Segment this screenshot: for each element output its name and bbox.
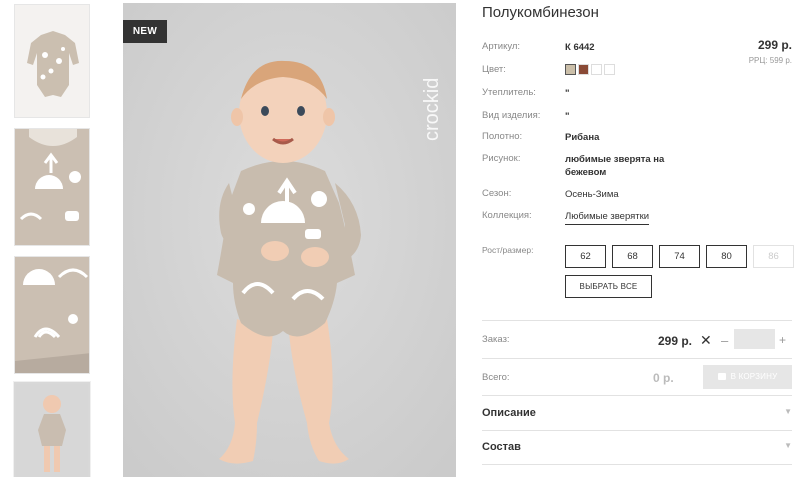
- product-rrp: РРЦ: 599 р.: [748, 56, 792, 65]
- attribute-value: ": [565, 88, 570, 99]
- chevron-down-icon: ▼: [784, 441, 792, 450]
- remove-icon[interactable]: ✕: [700, 332, 712, 349]
- total-value: 0 р.: [653, 371, 674, 385]
- brand-logo-watermark: crockid: [421, 78, 443, 141]
- increase-quantity-button[interactable]: +: [779, 333, 786, 347]
- attribute-label: Вид изделия:: [482, 110, 541, 121]
- color-swatch-brown[interactable]: [578, 64, 589, 75]
- main-product-photo: NEW crockid: [123, 3, 456, 477]
- attribute-value: ": [565, 111, 570, 122]
- size-option-62[interactable]: 62: [565, 245, 606, 268]
- thumbnail-pattern-bottom[interactable]: [14, 256, 90, 374]
- attribute-value: Осень-Зима: [565, 189, 619, 200]
- add-to-cart-label: В КОРЗИНУ: [730, 372, 778, 381]
- brand-text: crockid: [421, 78, 443, 141]
- color-swatch-beige[interactable]: [565, 64, 576, 75]
- color-swatches: [565, 64, 615, 75]
- attribute-label: Рисунок:: [482, 153, 521, 164]
- attribute-label: Коллекция:: [482, 210, 532, 221]
- size-option-80[interactable]: 80: [706, 245, 747, 268]
- divider: [482, 320, 792, 321]
- collection-link[interactable]: Любимые зверятки: [565, 210, 650, 225]
- thumbnail-pattern-top[interactable]: [14, 128, 90, 246]
- product-title: Полукомбинезон: [482, 4, 599, 21]
- size-label: Рост/размер:: [482, 245, 534, 255]
- total-label: Всего:: [482, 372, 510, 383]
- order-label: Заказ:: [482, 334, 510, 345]
- divider: [482, 430, 792, 431]
- thumbnail-child-active[interactable]: [13, 381, 91, 477]
- divider: [482, 464, 792, 465]
- divider: [482, 358, 792, 359]
- select-all-sizes-button[interactable]: ВЫБРАТЬ ВСЕ: [565, 275, 652, 298]
- thumbnail-front[interactable]: [14, 4, 90, 118]
- attribute-label: Утеплитель:: [482, 87, 536, 98]
- attribute-value: К 6442: [565, 42, 595, 53]
- size-option-68[interactable]: 68: [612, 245, 653, 268]
- size-option-86[interactable]: 86: [753, 245, 794, 268]
- decrease-quantity-button[interactable]: –: [721, 333, 728, 348]
- divider: [482, 395, 792, 396]
- cart-icon: [717, 373, 726, 380]
- attribute-label: Полотно:: [482, 131, 523, 142]
- accordion-description-label: Описание: [482, 407, 536, 419]
- color-swatch-white-2[interactable]: [604, 64, 615, 75]
- attribute-value: Рибана: [565, 132, 600, 143]
- quantity-input[interactable]: [734, 329, 775, 349]
- new-badge: NEW: [123, 20, 167, 43]
- thumbnail-gallery: [13, 4, 92, 477]
- add-to-cart-button[interactable]: В КОРЗИНУ: [703, 365, 792, 389]
- chevron-down-icon: ▼: [784, 407, 792, 416]
- order-price: 299 р.: [658, 334, 693, 348]
- attribute-value: любимые зверята на бежевом: [565, 154, 665, 178]
- attribute-label: Цвет:: [482, 64, 506, 75]
- product-price: 299 р.: [757, 38, 792, 52]
- accordion-composition-label: Состав: [482, 441, 521, 453]
- attribute-label: Сезон:: [482, 188, 512, 199]
- attribute-label: Артикул:: [482, 41, 521, 52]
- color-swatch-white[interactable]: [591, 64, 602, 75]
- size-options: 62 68 74 80 86: [565, 245, 794, 268]
- price-block: 299 р. РРЦ: 599 р.: [749, 38, 792, 65]
- size-option-74[interactable]: 74: [659, 245, 700, 268]
